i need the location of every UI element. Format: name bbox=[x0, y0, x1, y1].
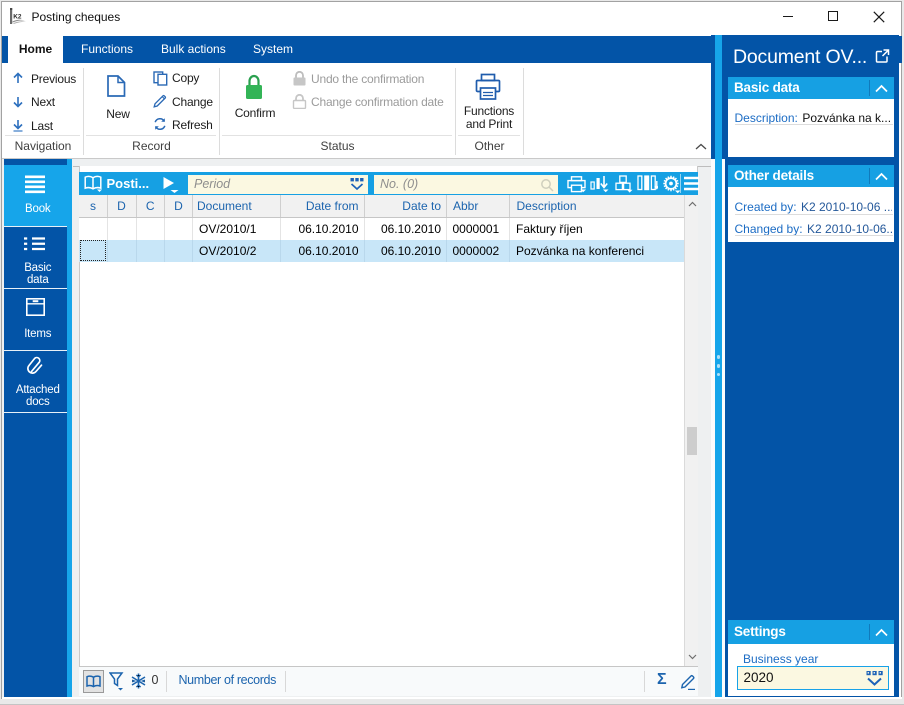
svg-text:K2: K2 bbox=[13, 14, 22, 21]
